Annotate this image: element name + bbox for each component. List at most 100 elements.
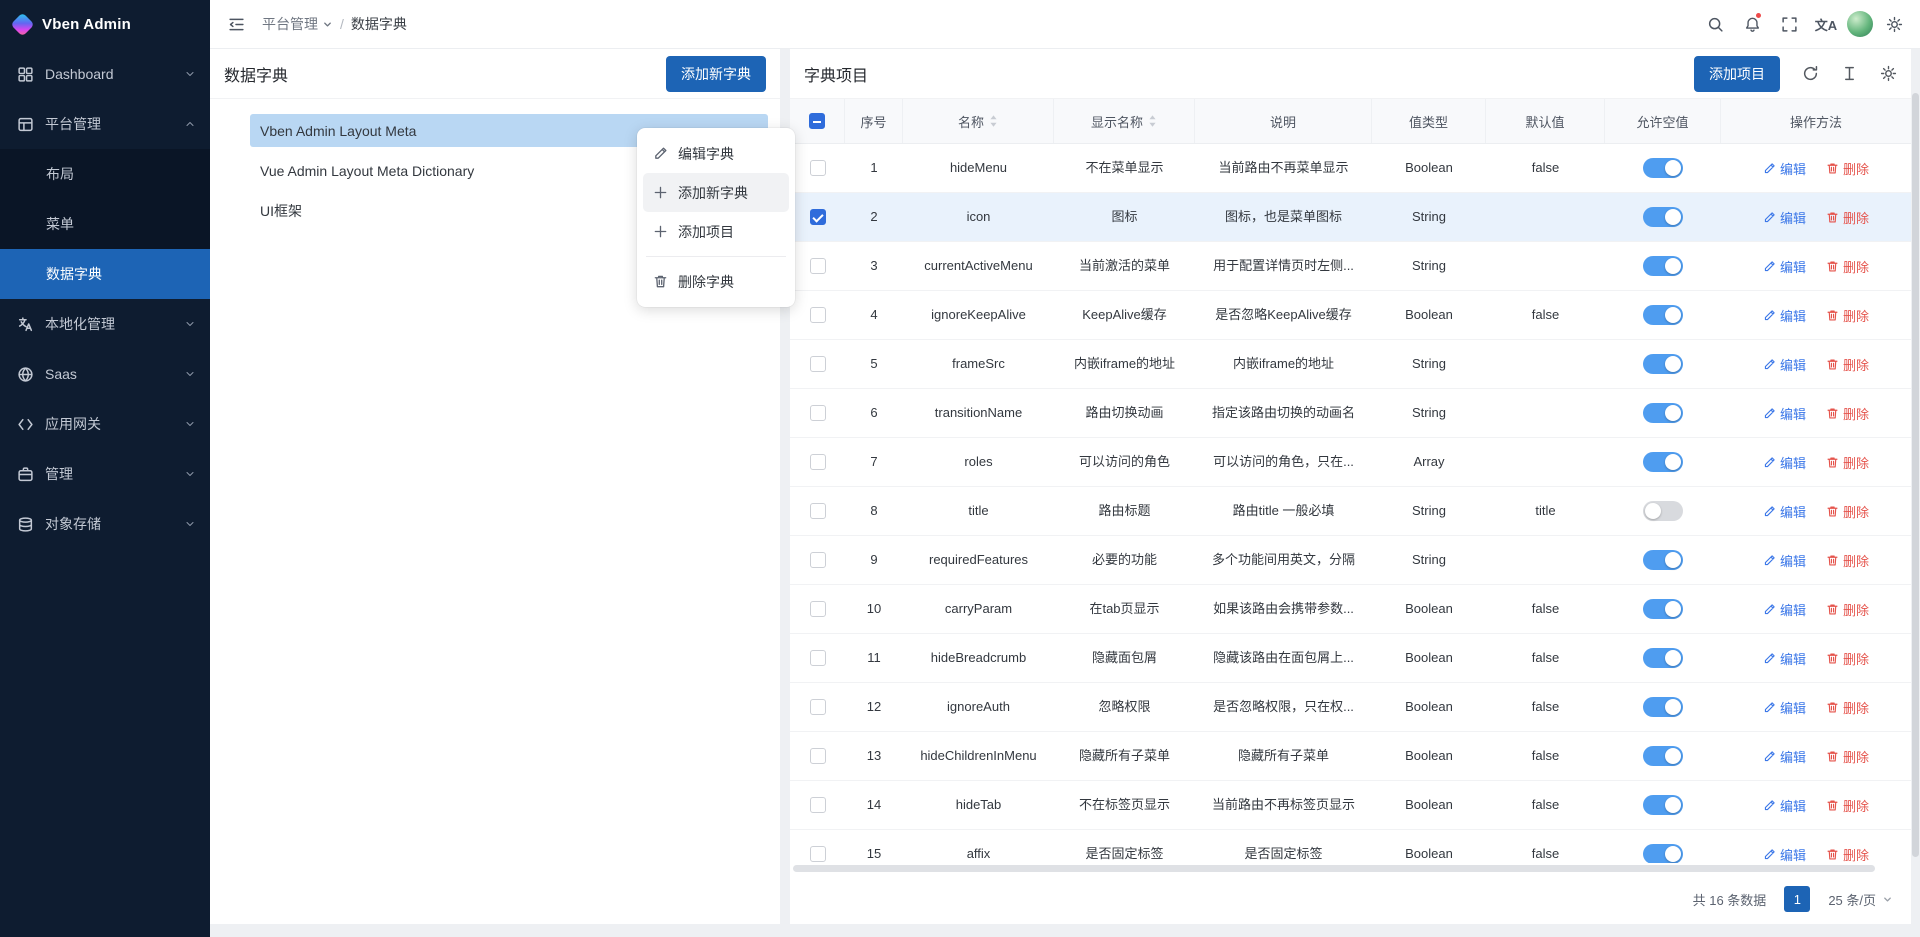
- context-menu-item[interactable]: 编辑字典: [643, 134, 789, 173]
- table-row[interactable]: 13hideChildrenInMenu隐藏所有子菜单隐藏所有子菜单Boolea…: [790, 732, 1911, 781]
- add-item-button[interactable]: 添加项目: [1694, 56, 1780, 92]
- row-checkbox[interactable]: [810, 258, 826, 274]
- translate-button[interactable]: 文A: [1810, 8, 1842, 40]
- delete-row-button[interactable]: 删除: [1826, 355, 1869, 374]
- allow-null-toggle[interactable]: [1643, 403, 1683, 423]
- sort-icon[interactable]: [989, 114, 998, 128]
- allow-null-toggle[interactable]: [1643, 844, 1683, 863]
- row-checkbox[interactable]: [810, 405, 826, 421]
- edit-row-button[interactable]: 编辑: [1763, 404, 1806, 423]
- edit-row-button[interactable]: 编辑: [1763, 453, 1806, 472]
- sidebar-menu-item[interactable]: Saas: [0, 349, 210, 399]
- delete-row-button[interactable]: 删除: [1826, 649, 1869, 668]
- allow-null-toggle[interactable]: [1643, 305, 1683, 325]
- delete-row-button[interactable]: 删除: [1826, 551, 1869, 570]
- table-settings-button[interactable]: [1880, 65, 1897, 82]
- allow-null-toggle[interactable]: [1643, 256, 1683, 276]
- page-size-select[interactable]: 25 条/页: [1828, 890, 1893, 909]
- delete-row-button[interactable]: 删除: [1826, 502, 1869, 521]
- delete-row-button[interactable]: 删除: [1826, 600, 1869, 619]
- column-header[interactable]: 显示名称: [1054, 99, 1195, 143]
- context-menu-item[interactable]: 删除字典: [643, 262, 789, 301]
- table-row[interactable]: 8title路由标题路由title 一般必填Stringtitle编辑删除: [790, 487, 1911, 536]
- allow-null-toggle[interactable]: [1643, 697, 1683, 717]
- edit-row-button[interactable]: 编辑: [1763, 747, 1806, 766]
- select-all-checkbox[interactable]: [809, 113, 825, 129]
- edit-row-button[interactable]: 编辑: [1763, 600, 1806, 619]
- delete-row-button[interactable]: 删除: [1826, 796, 1869, 815]
- table-row[interactable]: 1hideMenu不在菜单显示当前路由不再菜单显示Booleanfalse编辑删…: [790, 144, 1911, 193]
- table-row[interactable]: 11hideBreadcrumb隐藏面包屑隐藏该路由在面包屑上...Boolea…: [790, 634, 1911, 683]
- column-header[interactable]: 名称: [903, 99, 1054, 143]
- table-row[interactable]: 2icon图标图标，也是菜单图标String编辑删除: [790, 193, 1911, 242]
- add-dictionary-button[interactable]: 添加新字典: [666, 56, 766, 92]
- vertical-scrollbar[interactable]: [1911, 93, 1920, 923]
- allow-null-toggle[interactable]: [1643, 452, 1683, 472]
- edit-row-button[interactable]: 编辑: [1763, 257, 1806, 276]
- page-number-button[interactable]: 1: [1784, 886, 1810, 912]
- edit-row-button[interactable]: 编辑: [1763, 306, 1806, 325]
- vertical-scrollbar-thumb[interactable]: [1912, 93, 1919, 857]
- edit-row-button[interactable]: 编辑: [1763, 502, 1806, 521]
- delete-row-button[interactable]: 删除: [1826, 404, 1869, 423]
- row-checkbox[interactable]: [810, 601, 826, 617]
- sidebar-submenu-item[interactable]: 布局: [0, 149, 210, 199]
- allow-null-toggle[interactable]: [1643, 501, 1683, 521]
- row-checkbox[interactable]: [810, 552, 826, 568]
- search-button[interactable]: [1699, 8, 1731, 40]
- delete-row-button[interactable]: 删除: [1826, 306, 1869, 325]
- sidebar-menu-item[interactable]: Dashboard: [0, 49, 210, 99]
- table-row[interactable]: 14hideTab不在标签页显示当前路由不再标签页显示Booleanfalse编…: [790, 781, 1911, 830]
- table-row[interactable]: 3currentActiveMenu当前激活的菜单用于配置详情页时左侧...St…: [790, 242, 1911, 291]
- context-menu-item[interactable]: 添加项目: [643, 212, 789, 251]
- sidebar-submenu-item[interactable]: 菜单: [0, 199, 210, 249]
- allow-null-toggle[interactable]: [1643, 158, 1683, 178]
- sidebar-menu-item[interactable]: 本地化管理: [0, 299, 210, 349]
- row-checkbox[interactable]: [810, 748, 826, 764]
- table-row[interactable]: 15affix是否固定标签是否固定标签Booleanfalse编辑删除: [790, 830, 1911, 863]
- table-row[interactable]: 9requiredFeatures必要的功能多个功能间用英文，分隔String编…: [790, 536, 1911, 585]
- sort-icon[interactable]: [1148, 114, 1157, 128]
- edit-row-button[interactable]: 编辑: [1763, 796, 1806, 815]
- row-height-button[interactable]: [1841, 65, 1858, 82]
- fullscreen-button[interactable]: [1773, 8, 1805, 40]
- row-checkbox[interactable]: [810, 846, 826, 862]
- allow-null-toggle[interactable]: [1643, 599, 1683, 619]
- sidebar-menu-item[interactable]: 对象存储: [0, 499, 210, 549]
- context-menu-item[interactable]: 添加新字典: [643, 173, 789, 212]
- row-checkbox[interactable]: [810, 454, 826, 470]
- table-row[interactable]: 5frameSrc内嵌iframe的地址内嵌iframe的地址String编辑删…: [790, 340, 1911, 389]
- row-checkbox[interactable]: [810, 307, 826, 323]
- breadcrumb-parent[interactable]: 平台管理: [262, 14, 333, 34]
- sidebar-menu-item[interactable]: 应用网关: [0, 399, 210, 449]
- delete-row-button[interactable]: 删除: [1826, 208, 1869, 227]
- row-checkbox[interactable]: [810, 160, 826, 176]
- row-checkbox[interactable]: [810, 699, 826, 715]
- sidebar-menu-item[interactable]: 管理: [0, 449, 210, 499]
- table-row[interactable]: 10carryParam在tab页显示如果该路由会携带参数...Booleanf…: [790, 585, 1911, 634]
- table-row[interactable]: 7roles可以访问的角色可以访问的角色，只在...Array编辑删除: [790, 438, 1911, 487]
- row-checkbox[interactable]: [810, 356, 826, 372]
- delete-row-button[interactable]: 删除: [1826, 698, 1869, 717]
- theme-settings-button[interactable]: [1878, 8, 1910, 40]
- table-row[interactable]: 12ignoreAuth忽略权限是否忽略权限，只在权...Booleanfals…: [790, 683, 1911, 732]
- table-row[interactable]: 6transitionName路由切换动画指定该路由切换的动画名String编辑…: [790, 389, 1911, 438]
- edit-row-button[interactable]: 编辑: [1763, 649, 1806, 668]
- horizontal-scrollbar[interactable]: [790, 863, 1911, 874]
- app-logo[interactable]: Vben Admin: [0, 0, 210, 49]
- user-avatar[interactable]: [1847, 11, 1873, 37]
- collapse-sidebar-button[interactable]: [220, 8, 252, 40]
- allow-null-toggle[interactable]: [1643, 550, 1683, 570]
- edit-row-button[interactable]: 编辑: [1763, 355, 1806, 374]
- row-checkbox[interactable]: [810, 209, 826, 225]
- horizontal-scrollbar-thumb[interactable]: [793, 865, 1875, 872]
- delete-row-button[interactable]: 删除: [1826, 845, 1869, 864]
- row-checkbox[interactable]: [810, 650, 826, 666]
- notifications-button[interactable]: [1736, 8, 1768, 40]
- delete-row-button[interactable]: 删除: [1826, 159, 1869, 178]
- refresh-button[interactable]: [1802, 65, 1819, 82]
- delete-row-button[interactable]: 删除: [1826, 257, 1869, 276]
- row-checkbox[interactable]: [810, 503, 826, 519]
- allow-null-toggle[interactable]: [1643, 648, 1683, 668]
- edit-row-button[interactable]: 编辑: [1763, 159, 1806, 178]
